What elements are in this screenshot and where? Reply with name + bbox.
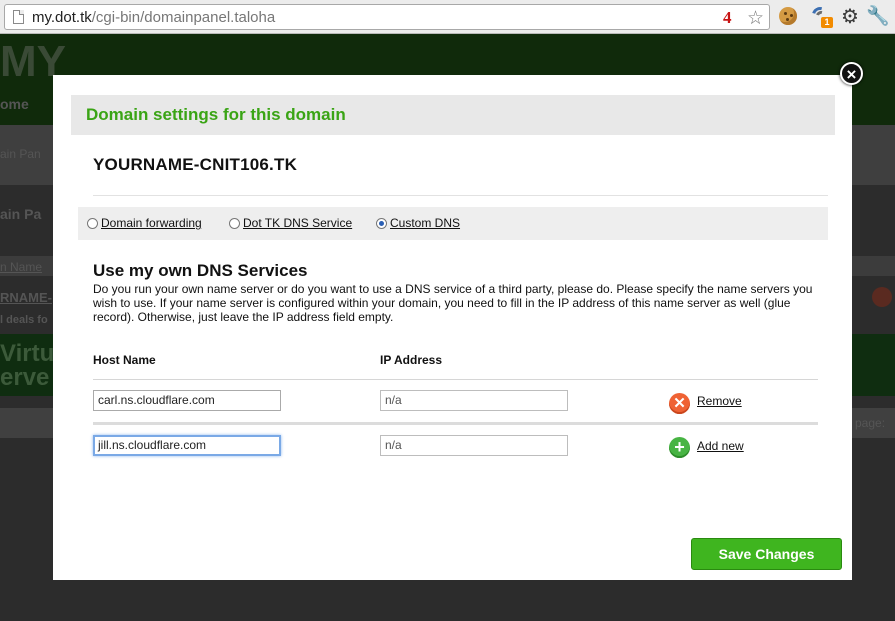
radio-label: Custom DNS <box>390 216 461 230</box>
remove-link[interactable]: Remove <box>697 394 742 408</box>
url-host: my.dot.tk <box>32 9 92 26</box>
modal-header: Domain settings for this domain <box>71 95 835 135</box>
radio-label: Domain forwarding <box>101 216 202 230</box>
url-path: /cgi-bin/domainpanel.taloha <box>91 9 276 26</box>
domain-settings-modal: Domain settings for this domain YOURNAME… <box>53 75 852 580</box>
remove-icon[interactable]: ✕ <box>669 393 690 414</box>
radio-circle-icon[interactable] <box>229 218 240 229</box>
save-changes-button[interactable]: Save Changes <box>691 538 842 570</box>
domain-name: YOURNAME-CNIT106.TK <box>93 155 298 174</box>
section-description: Do you run your own name server or do yo… <box>93 282 813 324</box>
host-name-input-focused[interactable]: jill.ns.cloudflare.com <box>93 435 281 456</box>
site-row-name: RNAME- <box>0 290 52 305</box>
dns-mode-radio-group: Domain forwarding Dot TK DNS Service Cus… <box>78 207 828 240</box>
wrench-icon[interactable]: 🔧 <box>866 4 890 28</box>
divider <box>93 195 828 196</box>
site-close-icon <box>872 287 892 307</box>
add-new-link[interactable]: Add new <box>697 439 744 453</box>
column-header-host: Host Name <box>93 353 156 367</box>
site-col-label: n Name <box>0 260 43 274</box>
gear-icon[interactable]: ⚙ <box>841 4 859 29</box>
page-icon <box>13 10 24 24</box>
bookmark-star-icon[interactable]: ☆ <box>747 7 764 30</box>
modal-title: Domain settings for this domain <box>86 105 346 124</box>
site-paging: page: <box>855 416 886 430</box>
radio-dot-tk-dns[interactable]: Dot TK DNS Service <box>229 216 352 230</box>
add-icon[interactable]: + <box>669 437 690 458</box>
table-divider <box>93 422 818 425</box>
feed-extension-icon[interactable]: 1 <box>809 4 833 28</box>
ip-address-input[interactable]: n/a <box>380 390 568 411</box>
ip-address-input[interactable]: n/a <box>380 435 568 456</box>
radio-label: Dot TK DNS Service <box>243 216 353 230</box>
table-divider <box>93 379 818 380</box>
extension-count-badge: 1 <box>821 17 833 28</box>
site-panel-title: ain Pa <box>0 206 42 222</box>
address-bar[interactable]: my.dot.tk/cgi-bin/domainpanel.taloha 4 ☆ <box>4 4 770 30</box>
close-icon[interactable]: × <box>840 62 863 85</box>
browser-toolbar: my.dot.tk/cgi-bin/domainpanel.taloha 4 ☆… <box>0 0 895 34</box>
section-title: Use my own DNS Services <box>93 261 308 280</box>
radio-circle-icon[interactable] <box>87 218 98 229</box>
host-name-input[interactable]: carl.ns.cloudflare.com <box>93 390 281 411</box>
cookie-extension-icon[interactable] <box>779 7 797 25</box>
radio-selected-icon[interactable] <box>376 218 387 229</box>
radio-domain-forwarding[interactable]: Domain forwarding <box>87 216 202 230</box>
site-breadcrumb: ain Pan <box>0 147 41 161</box>
column-header-ip: IP Address <box>380 353 443 367</box>
radio-custom-dns[interactable]: Custom DNS <box>376 216 460 230</box>
extension-badge-icon[interactable]: 4 <box>723 8 732 28</box>
url-text[interactable]: my.dot.tk/cgi-bin/domainpanel.taloha <box>32 9 275 26</box>
site-row-note: l deals fo <box>0 314 48 326</box>
site-promo-line2: erve <box>0 364 50 391</box>
site-nav-item: ome <box>0 96 29 112</box>
